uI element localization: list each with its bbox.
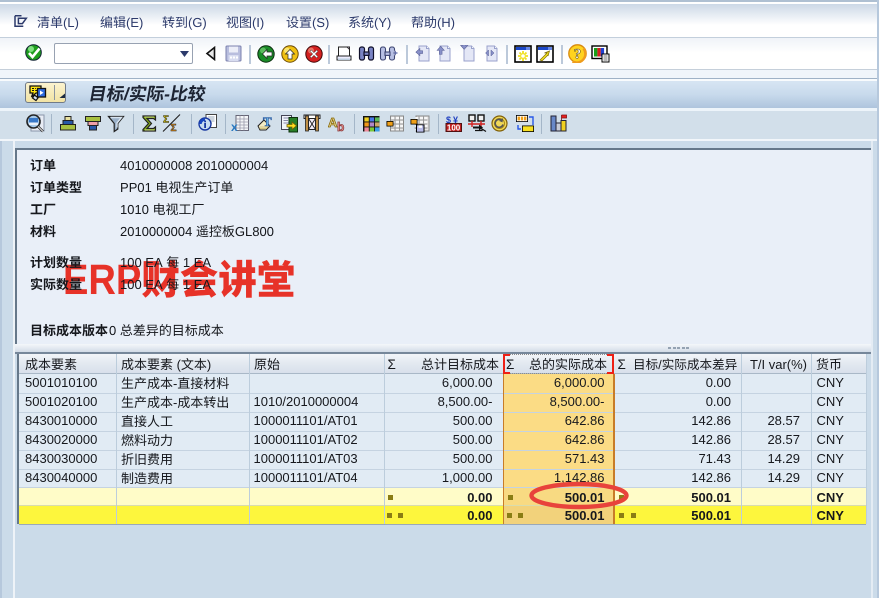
svg-text:?: ? xyxy=(574,47,582,63)
svg-text:Σ: Σ xyxy=(171,123,177,133)
svg-text:b: b xyxy=(337,120,344,133)
svg-text:T: T xyxy=(263,114,272,129)
svg-text:x: x xyxy=(231,120,238,132)
svg-text:100: 100 xyxy=(447,124,461,133)
svg-text:Σ: Σ xyxy=(163,115,169,126)
